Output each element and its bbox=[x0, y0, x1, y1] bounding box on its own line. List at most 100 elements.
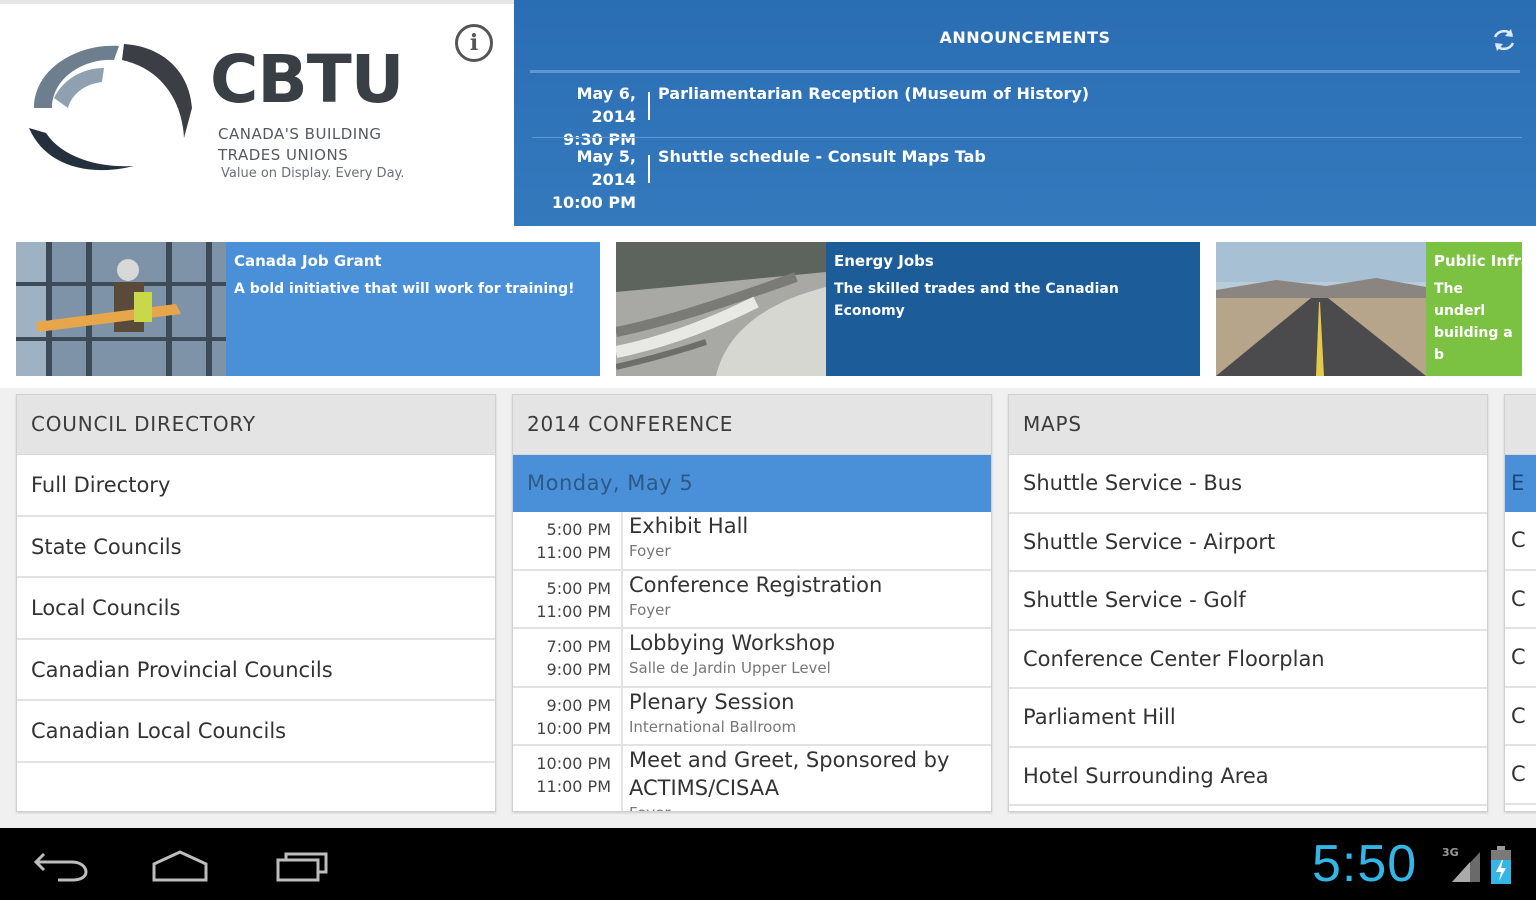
directory-item-local[interactable]: Local Councils bbox=[17, 578, 495, 640]
brand-subtitle: CANADA'S BUILDING TRADES UNIONS bbox=[218, 124, 382, 166]
schedule-info: Plenary Session International Ballroom bbox=[629, 688, 989, 738]
news-card[interactable]: Canada Job Grant A bold initiative that … bbox=[16, 242, 600, 376]
schedule-end: 11:00 PM bbox=[536, 543, 611, 562]
announcement-time: 10:00 PM bbox=[551, 193, 636, 212]
schedule-title: Lobbying Workshop bbox=[629, 631, 836, 655]
news-card-description: The underl building a b bbox=[1434, 281, 1513, 363]
schedule-times: 7:00 PM 9:00 PM bbox=[513, 635, 611, 681]
home-icon[interactable] bbox=[148, 842, 212, 886]
partial-day-header: E bbox=[1505, 455, 1536, 512]
schedule-times: 10:00 PM 11:00 PM bbox=[513, 752, 611, 798]
back-icon[interactable] bbox=[28, 842, 92, 886]
partial-row[interactable]: C bbox=[1505, 629, 1536, 688]
news-card-title: Public Infra bbox=[1434, 252, 1522, 270]
header: CBTU CANADA'S BUILDING TRADES UNIONS Val… bbox=[0, 0, 1536, 226]
schedule-start: 10:00 PM bbox=[536, 754, 611, 773]
recent-apps-icon[interactable] bbox=[270, 842, 334, 886]
announcement-separator bbox=[648, 92, 650, 120]
map-item-shuttle-golf[interactable]: Shuttle Service - Golf bbox=[1009, 572, 1487, 631]
main-content: COUNCIL DIRECTORY Full Directory State C… bbox=[0, 388, 1536, 828]
schedule-separator bbox=[621, 687, 623, 744]
schedule-end: 11:00 PM bbox=[536, 601, 611, 621]
brand-name: CBTU bbox=[210, 41, 404, 118]
announcement-separator bbox=[648, 155, 650, 183]
schedule-info: Exhibit Hall Foyer bbox=[629, 512, 989, 562]
schedule-separator bbox=[621, 629, 623, 686]
news-card[interactable]: Public Infra The underl building a b bbox=[1216, 242, 1522, 376]
refresh-icon[interactable] bbox=[1490, 26, 1518, 54]
news-card-title: Canada Job Grant bbox=[234, 252, 382, 270]
schedule-title: Plenary Session bbox=[629, 689, 795, 714]
schedule-location: Foyer bbox=[629, 802, 989, 811]
announcement-datetime: May 5, 2014 10:00 PM bbox=[532, 145, 636, 214]
schedule-location: Foyer bbox=[629, 542, 671, 560]
directory-item-full[interactable]: Full Directory bbox=[17, 455, 495, 517]
announcement-text: Shuttle schedule - Consult Maps Tab bbox=[658, 147, 986, 166]
schedule-location: Salle de Jardin Upper Level bbox=[629, 659, 831, 677]
schedule-info: Lobbying Workshop Salle de Jardin Upper … bbox=[629, 629, 989, 679]
map-item-parliament-hill[interactable]: Parliament Hill bbox=[1009, 689, 1487, 748]
announcements-divider bbox=[530, 70, 1520, 73]
schedule-item[interactable]: 5:00 PM 11:00 PM Conference Registration… bbox=[513, 570, 991, 629]
council-directory-header: COUNCIL DIRECTORY bbox=[17, 395, 495, 455]
schedule-times: 5:00 PM 11:00 PM bbox=[513, 577, 611, 623]
schedule-times: 9:00 PM 10:00 PM bbox=[513, 694, 611, 740]
schedule-item[interactable]: 9:00 PM 10:00 PM Plenary Session Interna… bbox=[513, 687, 991, 746]
schedule-start: 5:00 PM bbox=[546, 520, 611, 539]
schedule-start: 5:00 PM bbox=[546, 578, 611, 598]
map-item-floorplan[interactable]: Conference Center Floorplan bbox=[1009, 631, 1487, 689]
schedule-separator bbox=[621, 570, 623, 627]
schedule-end: 11:00 PM bbox=[536, 777, 611, 796]
schedule-item[interactable]: 5:00 PM 11:00 PM Exhibit Hall Foyer bbox=[513, 512, 991, 571]
map-item-hotel-area[interactable]: Hotel Surrounding Area bbox=[1009, 748, 1487, 806]
announcement-date: May 5, 2014 bbox=[576, 147, 636, 189]
schedule-item[interactable]: 10:00 PM 11:00 PM Meet and Greet, Sponso… bbox=[513, 746, 991, 811]
announcement-text: Parliamentarian Reception (Museum of His… bbox=[658, 84, 1090, 103]
schedule-times: 5:00 PM 11:00 PM bbox=[513, 518, 611, 564]
map-item-shuttle-airport[interactable]: Shuttle Service - Airport bbox=[1009, 514, 1487, 572]
brand-tagline: Value on Display. Every Day. bbox=[221, 166, 405, 181]
clock: 5:50 bbox=[1312, 835, 1418, 893]
highway-image bbox=[1216, 242, 1426, 376]
schedule-item[interactable]: 7:00 PM 9:00 PM Lobbying Workshop Salle … bbox=[513, 629, 991, 688]
announcement-divider bbox=[532, 137, 1522, 138]
schedule-end: 9:00 PM bbox=[546, 660, 611, 679]
partial-row[interactable]: C bbox=[1505, 571, 1536, 629]
news-card-panel: Energy Jobs The skilled trades and the C… bbox=[826, 242, 1200, 376]
directory-item-canadian-local[interactable]: Canadian Local Councils bbox=[17, 701, 495, 763]
partial-column-card: E C C C C C bbox=[1504, 394, 1536, 812]
brand-subtitle-line1: CANADA'S BUILDING bbox=[218, 125, 382, 143]
logo-area: CBTU CANADA'S BUILDING TRADES UNIONS Val… bbox=[0, 0, 514, 226]
schedule-start: 7:00 PM bbox=[546, 637, 611, 656]
directory-item-provincial[interactable]: Canadian Provincial Councils bbox=[17, 640, 495, 701]
schedule-title: Conference Registration bbox=[629, 572, 883, 597]
conference-card: 2014 CONFERENCE Monday, May 5 5:00 PM 11… bbox=[512, 394, 992, 812]
schedule-location: International Ballroom bbox=[629, 717, 797, 736]
partial-row[interactable]: C bbox=[1505, 688, 1536, 746]
schedule-separator bbox=[621, 746, 623, 811]
partial-column-header bbox=[1505, 395, 1536, 455]
news-card[interactable]: Energy Jobs The skilled trades and the C… bbox=[616, 242, 1200, 376]
announcements-panel: ANNOUNCEMENTS May 6, 2014 9:30 PM Parlia… bbox=[514, 0, 1536, 226]
announcement-item[interactable]: May 5, 2014 10:00 PM Shuttle schedule - … bbox=[532, 145, 1522, 212]
announcement-date: May 6, 2014 bbox=[576, 84, 636, 126]
map-item-shuttle-bus[interactable]: Shuttle Service - Bus bbox=[1009, 455, 1487, 514]
pipeline-image bbox=[616, 242, 826, 376]
info-icon[interactable]: i bbox=[455, 24, 493, 62]
schedule-separator bbox=[621, 512, 623, 569]
partial-row[interactable]: C bbox=[1505, 512, 1536, 571]
schedule-info: Meet and Greet, Sponsored by ACTIMS/CISA… bbox=[629, 746, 989, 811]
directory-item-state[interactable]: State Councils bbox=[17, 517, 495, 578]
news-card-description: A bold initiative that will work for tra… bbox=[234, 281, 575, 297]
partial-row[interactable]: C bbox=[1505, 746, 1536, 805]
announcements-title: ANNOUNCEMENTS bbox=[939, 28, 1111, 47]
announcement-datetime: May 6, 2014 9:30 PM bbox=[532, 82, 636, 151]
news-card-panel: Public Infra The underl building a b bbox=[1426, 242, 1522, 376]
news-carousel[interactable]: Canada Job Grant A bold initiative that … bbox=[0, 226, 1536, 388]
conference-day-header: Monday, May 5 bbox=[513, 455, 991, 512]
news-card-panel: Canada Job Grant A bold initiative that … bbox=[226, 242, 600, 376]
schedule-title: Exhibit Hall bbox=[629, 514, 749, 538]
announcement-item[interactable]: May 6, 2014 9:30 PM Parliamentarian Rece… bbox=[532, 82, 1522, 149]
maps-card: MAPS Shuttle Service - Bus Shuttle Servi… bbox=[1008, 394, 1488, 812]
news-card-title: Energy Jobs bbox=[834, 252, 934, 270]
